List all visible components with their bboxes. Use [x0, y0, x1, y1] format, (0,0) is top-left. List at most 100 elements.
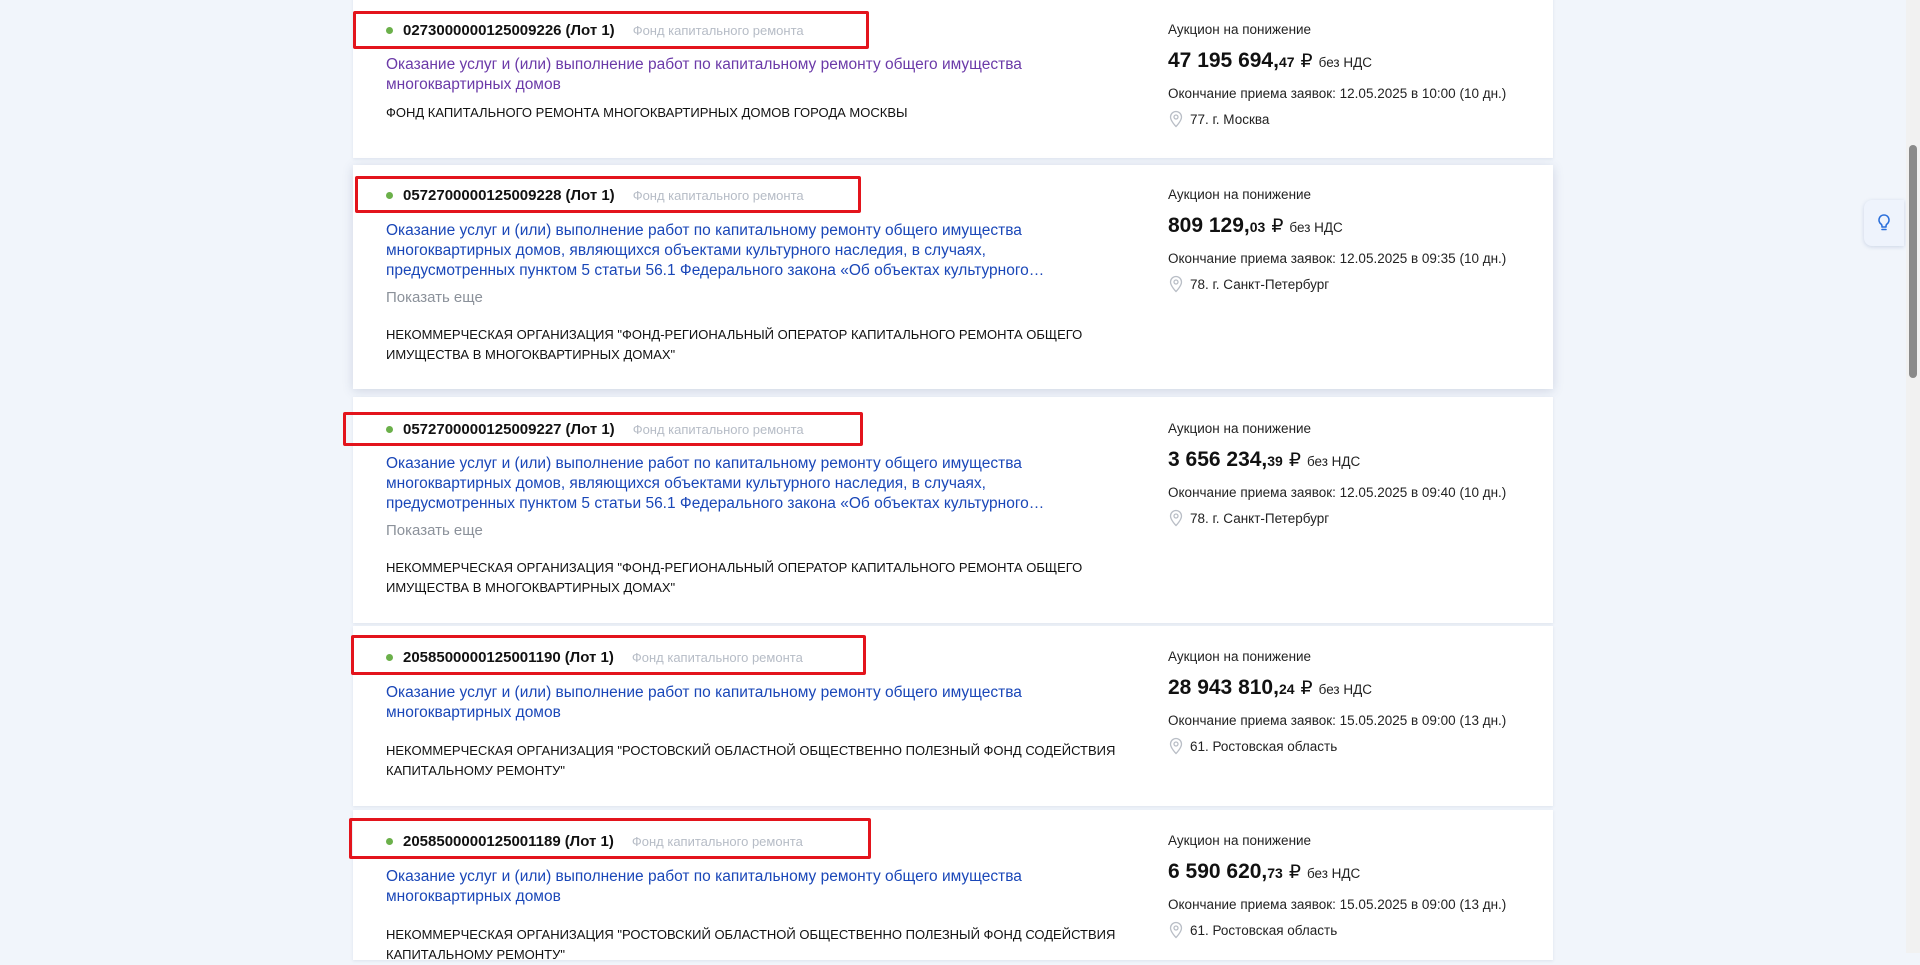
price-fraction: 03 — [1249, 219, 1266, 235]
tender-summary: Аукцион на понижение 6 590 620, 73 ₽ без… — [1168, 833, 1548, 939]
tender-card: 0572700000125009227 (Лот 1) Фонд капитал… — [353, 397, 1553, 623]
status-dot — [386, 426, 393, 433]
status-dot — [386, 192, 393, 199]
region: 78. г. Санкт-Петербург — [1168, 509, 1548, 527]
show-more-link[interactable]: Показать еще — [386, 522, 483, 539]
location-pin-icon — [1169, 275, 1183, 293]
tender-summary: Аукцион на понижение 28 943 810, 24 ₽ бе… — [1168, 649, 1548, 755]
tender-price: 809 129, 03 ₽ без НДС — [1168, 214, 1548, 238]
customer-name[interactable]: ФОНД КАПИТАЛЬНОГО РЕМОНТА МНОГОКВАРТИРНЫ… — [386, 103, 1126, 123]
vat-label: без НДС — [1289, 220, 1343, 235]
vat-label: без НДС — [1306, 866, 1361, 881]
customer-name[interactable]: НЕКОММЕРЧЕСКАЯ ОРГАНИЗАЦИЯ "РОСТОВСКИЙ О… — [386, 741, 1126, 781]
lot-label: (Лот 1) — [565, 187, 615, 204]
category-label: Фонд капитального ремонта — [631, 834, 803, 849]
scrollbar[interactable] — [1906, 0, 1920, 953]
price-integer: 47 195 694, — [1168, 49, 1279, 72]
price-integer: 28 943 810, — [1168, 676, 1279, 699]
region-label: 61. Ростовская область — [1190, 738, 1338, 754]
category-label: Фонд капитального ремонта — [632, 422, 804, 437]
tender-card: 2058500000125001189 (Лот 1) Фонд капитал… — [353, 810, 1553, 962]
lot-label: (Лот 1) — [565, 421, 615, 438]
price-fraction: 24 — [1278, 681, 1295, 697]
region-label: 61. Ростовская область — [1190, 922, 1338, 938]
tender-card: 0273000000125009226 (Лот 1) Фонд капитал… — [353, 0, 1553, 158]
procedure-type: Аукцион на понижение — [1168, 187, 1312, 202]
tender-price: 47 195 694, 47 ₽ без НДС — [1168, 49, 1548, 73]
tender-price: 28 943 810, 24 ₽ без НДС — [1168, 676, 1548, 700]
tender-title-link[interactable]: Оказание услуг и (или) выполнение работ … — [386, 867, 1086, 907]
show-more-link[interactable]: Показать еще — [386, 289, 483, 306]
category-label: Фонд капитального ремонта — [631, 650, 803, 665]
tender-number[interactable]: 0273000000125009226 — [403, 22, 562, 39]
tender-title-link[interactable]: Оказание услуг и (или) выполнение работ … — [386, 55, 1086, 95]
ruble-sign: ₽ — [1288, 862, 1301, 883]
tender-header: 0273000000125009226 (Лот 1) Фонд капитал… — [386, 22, 804, 39]
lot-label: (Лот 1) — [564, 833, 614, 850]
region-label: 78. г. Санкт-Петербург — [1190, 510, 1330, 526]
tender-card: 2058500000125001190 (Лот 1) Фонд капитал… — [353, 626, 1553, 806]
tender-header: 2058500000125001190 (Лот 1) Фонд капитал… — [386, 649, 803, 666]
category-label: Фонд капитального ремонта — [632, 188, 804, 203]
lot-label: (Лот 1) — [564, 649, 614, 666]
region: 61. Ростовская область — [1168, 737, 1548, 755]
price-fraction: 73 — [1267, 865, 1283, 881]
tender-card: 0572700000125009228 (Лот 1) Фонд капитал… — [353, 165, 1553, 389]
tender-price: 3 656 234, 39 ₽ без НДС — [1168, 448, 1548, 472]
category-label: Фонд капитального ремонта — [632, 23, 804, 38]
price-integer: 3 656 234, — [1168, 448, 1268, 471]
price-integer: 6 590 620, — [1168, 860, 1268, 883]
application-deadline: Окончание приема заявок: 15.05.2025 в 09… — [1168, 713, 1507, 728]
region-label: 77. г. Москва — [1190, 111, 1270, 127]
region-label: 78. г. Санкт-Петербург — [1190, 276, 1330, 292]
scrollbar-thumb[interactable] — [1909, 145, 1917, 378]
tender-header: 0572700000125009228 (Лот 1) Фонд капитал… — [386, 187, 804, 204]
tender-header: 2058500000125001189 (Лот 1) Фонд капитал… — [386, 833, 803, 850]
tender-summary: Аукцион на понижение 809 129, 03 ₽ без Н… — [1168, 187, 1548, 293]
procedure-type: Аукцион на понижение — [1168, 833, 1312, 848]
ruble-sign: ₽ — [1288, 450, 1301, 471]
ruble-sign: ₽ — [1300, 678, 1313, 699]
vat-label: без НДС — [1306, 454, 1361, 469]
ruble-sign: ₽ — [1271, 216, 1284, 237]
lot-label: (Лот 1) — [565, 22, 615, 39]
region: 61. Ростовская область — [1168, 921, 1548, 939]
vat-label: без НДС — [1318, 55, 1372, 70]
customer-name[interactable]: НЕКОММЕРЧЕСКАЯ ОРГАНИЗАЦИЯ "ФОНД-РЕГИОНА… — [386, 325, 1126, 365]
location-pin-icon — [1169, 509, 1183, 527]
tender-summary: Аукцион на понижение 47 195 694, 47 ₽ бе… — [1168, 22, 1548, 128]
application-deadline: Окончание приема заявок: 12.05.2025 в 09… — [1168, 485, 1507, 500]
tender-number[interactable]: 2058500000125001190 — [403, 649, 561, 666]
hint-button[interactable] — [1864, 200, 1904, 246]
tender-number[interactable]: 0572700000125009227 — [403, 421, 562, 438]
status-dot — [386, 27, 393, 34]
price-integer: 809 129, — [1168, 214, 1250, 237]
tender-title-link[interactable]: Оказание услуг и (или) выполнение работ … — [386, 454, 1086, 514]
vat-label: без НДС — [1318, 682, 1372, 697]
price-fraction: 39 — [1267, 453, 1283, 469]
tender-number[interactable]: 0572700000125009228 — [403, 187, 562, 204]
customer-name[interactable]: НЕКОММЕРЧЕСКАЯ ОРГАНИЗАЦИЯ "ФОНД-РЕГИОНА… — [386, 558, 1126, 598]
procedure-type: Аукцион на понижение — [1168, 22, 1312, 37]
tender-number[interactable]: 2058500000125001189 — [403, 833, 561, 850]
region: 78. г. Санкт-Петербург — [1168, 275, 1548, 293]
region: 77. г. Москва — [1168, 110, 1548, 128]
tender-header: 0572700000125009227 (Лот 1) Фонд капитал… — [386, 421, 804, 438]
tender-title-link[interactable]: Оказание услуг и (или) выполнение работ … — [386, 221, 1086, 281]
location-pin-icon — [1169, 921, 1183, 939]
location-pin-icon — [1169, 737, 1183, 755]
application-deadline: Окончание приема заявок: 12.05.2025 в 09… — [1168, 251, 1507, 266]
location-pin-icon — [1169, 110, 1183, 128]
price-fraction: 47 — [1278, 54, 1295, 70]
procedure-type: Аукцион на понижение — [1168, 421, 1312, 436]
tender-summary: Аукцион на понижение 3 656 234, 39 ₽ без… — [1168, 421, 1548, 527]
application-deadline: Окончание приема заявок: 12.05.2025 в 10… — [1168, 86, 1507, 101]
lightbulb-icon — [1878, 214, 1890, 231]
ruble-sign: ₽ — [1300, 51, 1313, 72]
status-dot — [386, 654, 393, 661]
procedure-type: Аукцион на понижение — [1168, 649, 1312, 664]
tender-price: 6 590 620, 73 ₽ без НДС — [1168, 860, 1548, 884]
tender-title-link[interactable]: Оказание услуг и (или) выполнение работ … — [386, 683, 1086, 723]
customer-name[interactable]: НЕКОММЕРЧЕСКАЯ ОРГАНИЗАЦИЯ "РОСТОВСКИЙ О… — [386, 925, 1126, 965]
status-dot — [386, 838, 393, 845]
